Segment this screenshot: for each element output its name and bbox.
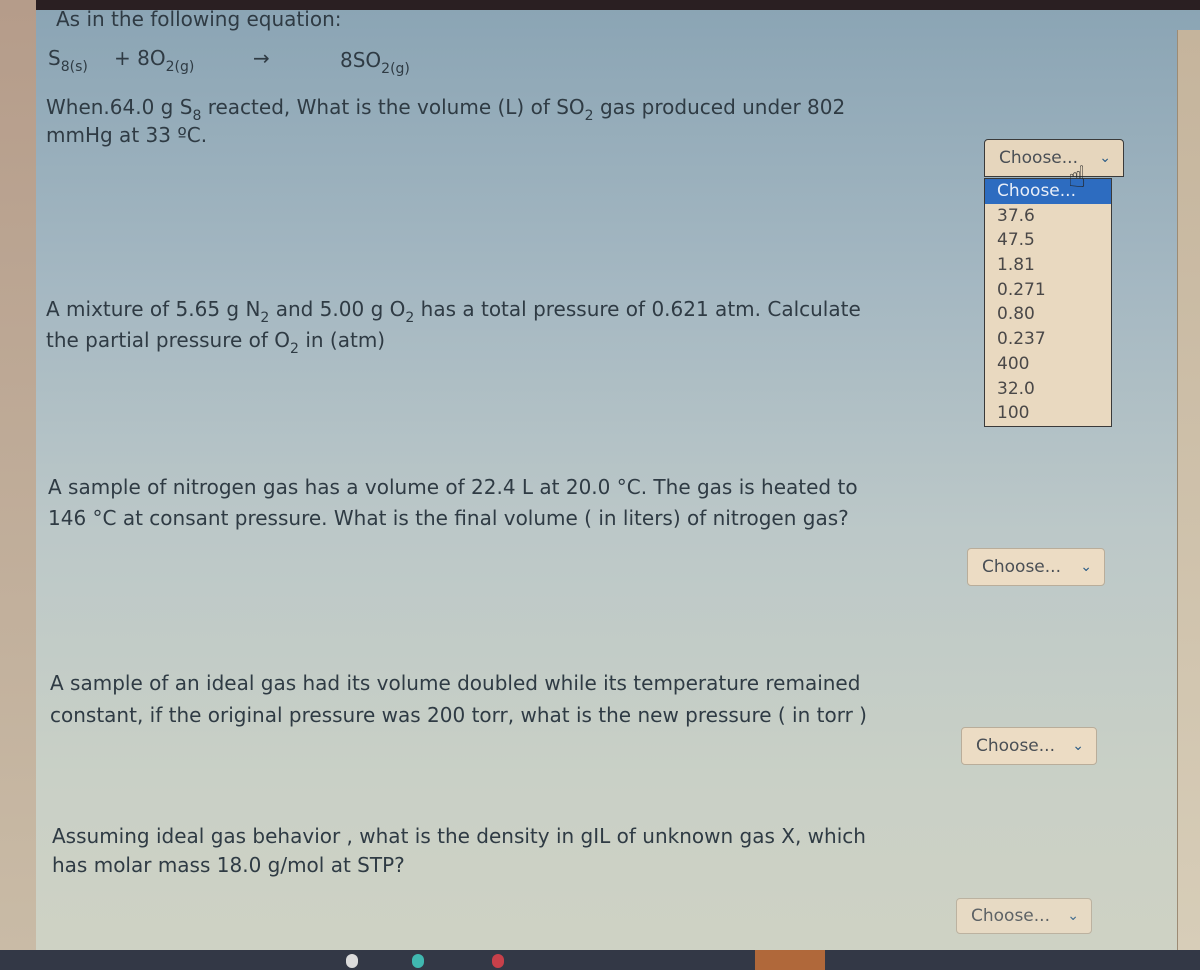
left-edge: [0, 0, 36, 950]
taskbar-active-app[interactable]: [755, 950, 825, 970]
q4-text-line1: A sample of an ideal gas had its volume …: [50, 671, 861, 695]
q2-text-d: the partial pressure of O: [46, 328, 291, 352]
q3-answer-select[interactable]: Choose... ⌄: [967, 548, 1105, 586]
q2-text-b: and 5.00 g O: [269, 297, 406, 321]
eq-reactant2-sub: 2(g): [165, 59, 195, 75]
q4-text-line2: constant, if the original pressure was 2…: [50, 703, 867, 727]
q1-intro: As in the following equation:: [56, 7, 342, 31]
eq-arrow-icon: →: [253, 46, 270, 70]
chevron-down-icon: ⌄: [1080, 559, 1092, 575]
q2-sub-a: 2: [260, 310, 270, 326]
q2-text-c: has a total pressure of 0.621 atm. Calcu…: [414, 297, 861, 321]
q4-answer-select[interactable]: Choose... ⌄: [961, 727, 1097, 765]
option-0-80[interactable]: 0.80: [985, 302, 1111, 327]
q1-text-c: gas produced under 802: [593, 95, 846, 119]
taskbar-app-icon[interactable]: [412, 954, 424, 968]
eq-reactant1-sub: 8(s): [60, 59, 88, 75]
q5-answer-select[interactable]: Choose... ⌄: [956, 898, 1092, 934]
option-100[interactable]: 100: [985, 401, 1111, 426]
q1-text-line2: mmHg at 33 ºC.: [46, 123, 208, 147]
right-scroll-edge[interactable]: [1177, 30, 1200, 950]
option-1-81[interactable]: 1.81: [985, 253, 1111, 278]
eq-product-sub: 2(g): [381, 61, 410, 77]
taskbar-app-icon[interactable]: [492, 954, 504, 968]
q2-sub-b: 2: [405, 310, 415, 326]
q3-select-value: Choose...: [982, 557, 1061, 577]
q3-text-line1: A sample of nitrogen gas has a volume of…: [48, 475, 858, 499]
q1-text-b: reacted, What is the volume (L) of SO: [201, 95, 585, 119]
option-37-6[interactable]: 37.6: [985, 204, 1111, 229]
taskbar: [0, 950, 1200, 970]
q1-answer-select[interactable]: Choose... ⌄: [984, 139, 1124, 177]
chevron-down-icon: ⌄: [1099, 150, 1111, 166]
q2-text-line1: A mixture of 5.65 g N2 and 5.00 g O2 has…: [46, 294, 861, 326]
option-choose[interactable]: Choose...: [985, 179, 1111, 204]
q2-text-e: in (atm): [298, 328, 386, 352]
q2-sub-c: 2: [290, 341, 299, 357]
q1-select-value: Choose...: [999, 148, 1078, 168]
chevron-down-icon: ⌄: [1072, 738, 1084, 754]
taskbar-app-icon[interactable]: [346, 954, 358, 968]
option-0-237[interactable]: 0.237: [985, 327, 1111, 352]
option-32-0[interactable]: 32.0: [985, 377, 1111, 402]
q5-select-value: Choose...: [971, 906, 1050, 926]
q1-equation: S8(s) + 8O2(g) → 8SO2(g): [48, 46, 468, 82]
q1-text-line1: When.64.0 g S8 reacted, What is the volu…: [46, 92, 846, 124]
chevron-down-icon: ⌄: [1067, 908, 1079, 924]
q2-text-a: A mixture of 5.65 g N: [46, 297, 261, 321]
option-47-5[interactable]: 47.5: [985, 228, 1111, 253]
q4-select-value: Choose...: [976, 736, 1055, 756]
q1-options-list[interactable]: Choose... 37.6 47.5 1.81 0.271 0.80 0.23…: [984, 178, 1112, 427]
q3-text-line2: 146 °C at consant pressure. What is the …: [48, 506, 849, 530]
q2-text-line2: the partial pressure of O2 in (atm): [46, 325, 386, 357]
option-400[interactable]: 400: [985, 352, 1111, 377]
q5-text-line2: has molar mass 18.0 g/mol at STP?: [52, 853, 405, 877]
eq-reactant2: + 8O: [114, 46, 166, 70]
q1-sub-b: 2: [584, 108, 594, 124]
q5-text-line1: Assuming ideal gas behavior , what is th…: [52, 824, 866, 848]
option-0-271[interactable]: 0.271: [985, 278, 1111, 303]
eq-reactant1: S: [48, 46, 61, 70]
hand-cursor-icon: ☝: [1068, 160, 1087, 195]
eq-product: 8SO: [340, 48, 382, 72]
q1-text-a: When.64.0 g S: [46, 95, 193, 119]
